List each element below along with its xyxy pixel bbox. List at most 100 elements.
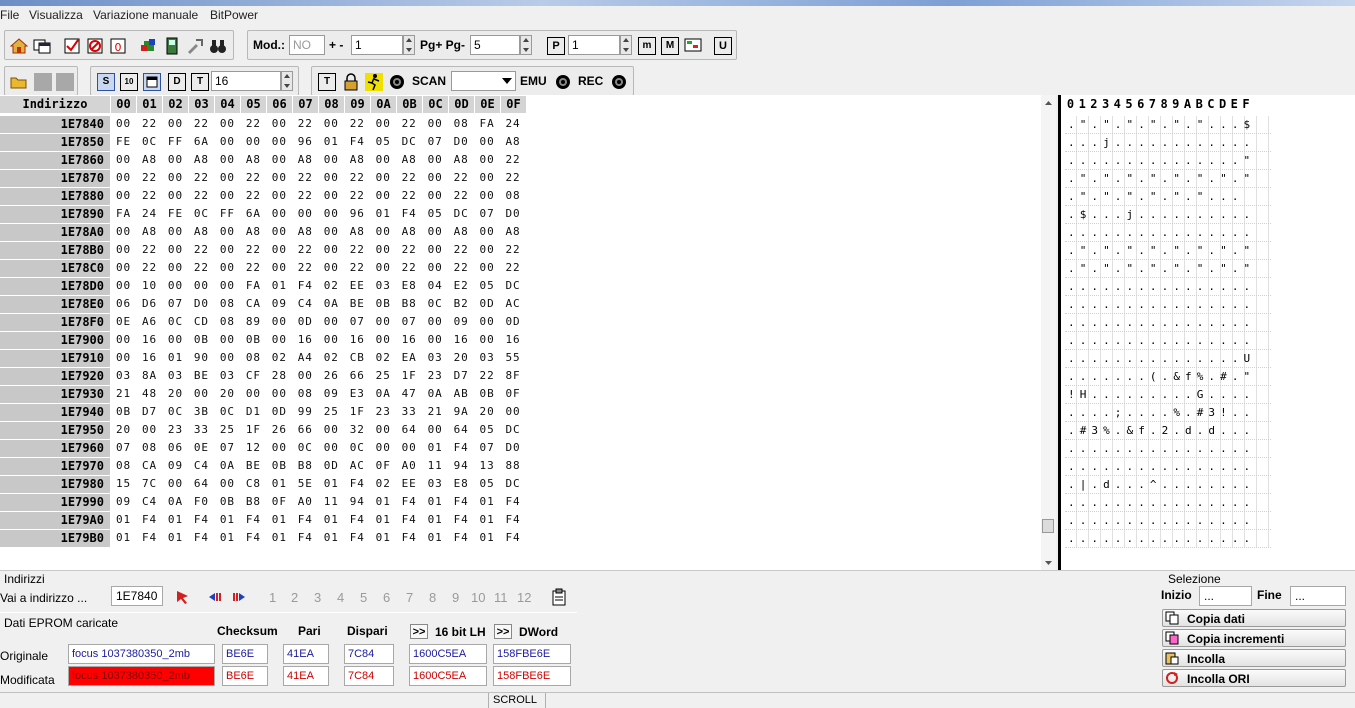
binoculars-icon[interactable]: [209, 37, 227, 55]
ascii-row[interactable]: ................: [1065, 332, 1271, 350]
ascii-row[interactable]: .".".".".".".".": [1065, 242, 1271, 260]
hex-row-bytes[interactable]: 00 22 00 22 00 22 00 22 00 22 00 22 00 0…: [116, 117, 521, 130]
pg-spinner[interactable]: [520, 35, 532, 55]
hex-row-bytes[interactable]: 03 8A 03 BE 03 CF 28 00 26 66 25 1F 23 D…: [116, 369, 521, 382]
ascii-row[interactable]: .".".".".".".".": [1065, 170, 1271, 188]
chip-icon[interactable]: [140, 37, 158, 55]
ascii-row[interactable]: ................: [1065, 296, 1271, 314]
step-field[interactable]: 1: [351, 35, 403, 55]
vertical-scrollbar[interactable]: [1041, 95, 1056, 570]
ascii-row[interactable]: ................: [1065, 314, 1271, 332]
hex-row-bytes[interactable]: 00 22 00 22 00 22 00 22 00 22 00 22 00 2…: [116, 189, 521, 202]
ascii-row[interactable]: ...............U: [1065, 350, 1271, 368]
ascii-row[interactable]: .".".".".".".".": [1065, 260, 1271, 278]
step-spinner[interactable]: [403, 35, 415, 55]
windows-icon[interactable]: [33, 37, 51, 55]
hex-row-bytes[interactable]: 00 22 00 22 00 22 00 22 00 22 00 22 00 2…: [116, 171, 521, 184]
page-number-8[interactable]: 8: [429, 590, 436, 605]
ascii-row[interactable]: ."."."."."."...$: [1065, 116, 1271, 134]
p-field[interactable]: 1: [568, 35, 620, 55]
cancel-doc-icon[interactable]: [86, 37, 104, 55]
expand-dword-button[interactable]: >>: [494, 624, 512, 639]
page-number-11[interactable]: 11: [494, 590, 508, 605]
goto-address-input[interactable]: 1E7840: [111, 586, 163, 606]
ascii-row[interactable]: .|.d...^........: [1065, 476, 1271, 494]
ascii-row[interactable]: !H.........G....: [1065, 386, 1271, 404]
zero-icon[interactable]: 0: [109, 37, 127, 55]
u-icon[interactable]: U: [714, 37, 732, 55]
size-spinner[interactable]: [281, 71, 293, 91]
size-field[interactable]: 16: [211, 71, 281, 91]
home-icon[interactable]: [9, 37, 29, 55]
end-input[interactable]: ...: [1290, 586, 1346, 606]
ascii-row[interactable]: ................: [1065, 458, 1271, 476]
menu-visualizza[interactable]: Visualizza: [29, 8, 83, 22]
hex-row-bytes[interactable]: 0B D7 0C 3B 0C D1 0D 99 25 1F 23 33 21 9…: [116, 405, 521, 418]
m-lower-icon[interactable]: m: [638, 37, 656, 55]
record-dot-icon[interactable]: [388, 73, 406, 91]
scroll-down-icon[interactable]: [1041, 558, 1056, 568]
hex-row-bytes[interactable]: 00 16 01 90 00 08 02 A4 02 CB 02 EA 03 2…: [116, 351, 521, 364]
hex-row-bytes[interactable]: FA 24 FE 0C FF 6A 00 00 00 96 01 F4 05 D…: [116, 207, 521, 220]
hex-row-bytes[interactable]: 0E A6 0C CD 08 89 00 0D 00 07 00 07 00 0…: [116, 315, 521, 328]
tools-icon[interactable]: [186, 37, 204, 55]
ascii-row[interactable]: ................: [1065, 224, 1271, 242]
page-number-6[interactable]: 6: [383, 590, 390, 605]
ascii-row[interactable]: ................: [1065, 494, 1271, 512]
hex-row-bytes[interactable]: 09 C4 0A F0 0B B8 0F A0 11 94 01 F4 01 F…: [116, 495, 521, 508]
start-input[interactable]: ...: [1199, 586, 1252, 606]
t-view-icon[interactable]: T: [191, 73, 209, 91]
menu-bitpower[interactable]: BitPower: [210, 8, 258, 22]
page-number-1[interactable]: 1: [269, 590, 276, 605]
page-number-4[interactable]: 4: [337, 590, 344, 605]
ascii-row[interactable]: ."."."."."."...: [1065, 188, 1271, 206]
hex-row-bytes[interactable]: 01 F4 01 F4 01 F4 01 F4 01 F4 01 F4 01 F…: [116, 513, 521, 526]
mod-field[interactable]: NO: [289, 35, 325, 55]
page-number-7[interactable]: 7: [406, 590, 413, 605]
p-spinner[interactable]: [620, 35, 632, 55]
rec-record-icon[interactable]: [610, 73, 628, 91]
hex-row-bytes[interactable]: 15 7C 00 64 00 C8 01 5E 01 F4 02 EE 03 E…: [116, 477, 521, 490]
page-number-3[interactable]: 3: [314, 590, 321, 605]
menu-file[interactable]: File: [0, 8, 19, 22]
page-number-5[interactable]: 5: [360, 590, 367, 605]
hex-row-bytes[interactable]: FE 0C FF 6A 00 00 00 96 01 F4 05 DC 07 D…: [116, 135, 521, 148]
hex-row-bytes[interactable]: 00 10 00 00 00 FA 01 F4 02 EE 03 E8 04 E…: [116, 279, 521, 292]
ascii-row[interactable]: ...j............: [1065, 134, 1271, 152]
hex-row-bytes[interactable]: 07 08 06 0E 07 12 00 0C 00 0C 00 00 01 F…: [116, 441, 521, 454]
p-icon[interactable]: P: [547, 37, 565, 55]
ascii-row[interactable]: ...............": [1065, 152, 1271, 170]
page-number-12[interactable]: 12: [517, 590, 531, 605]
copy-data-button[interactable]: Copia dati: [1162, 609, 1346, 627]
ascii-row[interactable]: ................: [1065, 440, 1271, 458]
hex-row-bytes[interactable]: 00 A8 00 A8 00 A8 00 A8 00 A8 00 A8 00 A…: [116, 225, 521, 238]
next-page-icon[interactable]: [230, 588, 248, 606]
device-icon[interactable]: [163, 37, 181, 55]
hex-row-bytes[interactable]: 06 D6 07 D0 08 CA 09 C4 0A BE 0B B8 0C B…: [116, 297, 521, 310]
ascii-row[interactable]: ................: [1065, 530, 1271, 548]
ascii-row[interactable]: ................: [1065, 278, 1271, 296]
runner-icon[interactable]: [365, 73, 383, 91]
hex-row-bytes[interactable]: 21 48 20 00 20 00 00 08 09 E3 0A 47 0A A…: [116, 387, 521, 400]
hex-row-bytes[interactable]: 08 CA 09 C4 0A BE 0B B8 0D AC 0F A0 11 9…: [116, 459, 521, 472]
ascii-row[interactable]: ................: [1065, 512, 1271, 530]
s-view-icon[interactable]: S: [97, 73, 115, 91]
prev-page-icon[interactable]: [206, 588, 224, 606]
d-view-icon[interactable]: D: [168, 73, 186, 91]
pg-field[interactable]: 5: [470, 35, 520, 55]
clipboard-icon[interactable]: [550, 588, 568, 606]
hex-row-bytes[interactable]: 00 16 00 0B 00 0B 00 16 00 16 00 16 00 1…: [116, 333, 521, 346]
page-number-9[interactable]: 9: [452, 590, 459, 605]
emu-record-icon[interactable]: [554, 73, 572, 91]
copy-increments-button[interactable]: Copia incrementi: [1162, 629, 1346, 647]
scroll-up-icon[interactable]: [1041, 98, 1056, 108]
ten-view-icon[interactable]: 10: [120, 73, 138, 91]
ascii-row[interactable]: .$...j..........: [1065, 206, 1271, 224]
paste-button[interactable]: Incolla: [1162, 649, 1346, 667]
lock-icon[interactable]: [342, 73, 360, 91]
ascii-row[interactable]: .......(.&f%.#.": [1065, 368, 1271, 386]
paste-ori-button[interactable]: Incolla ORI: [1162, 669, 1346, 687]
hex-row-bytes[interactable]: 00 22 00 22 00 22 00 22 00 22 00 22 00 2…: [116, 261, 521, 274]
monitor-icon[interactable]: [684, 37, 702, 55]
open-folder-icon[interactable]: [10, 73, 28, 91]
